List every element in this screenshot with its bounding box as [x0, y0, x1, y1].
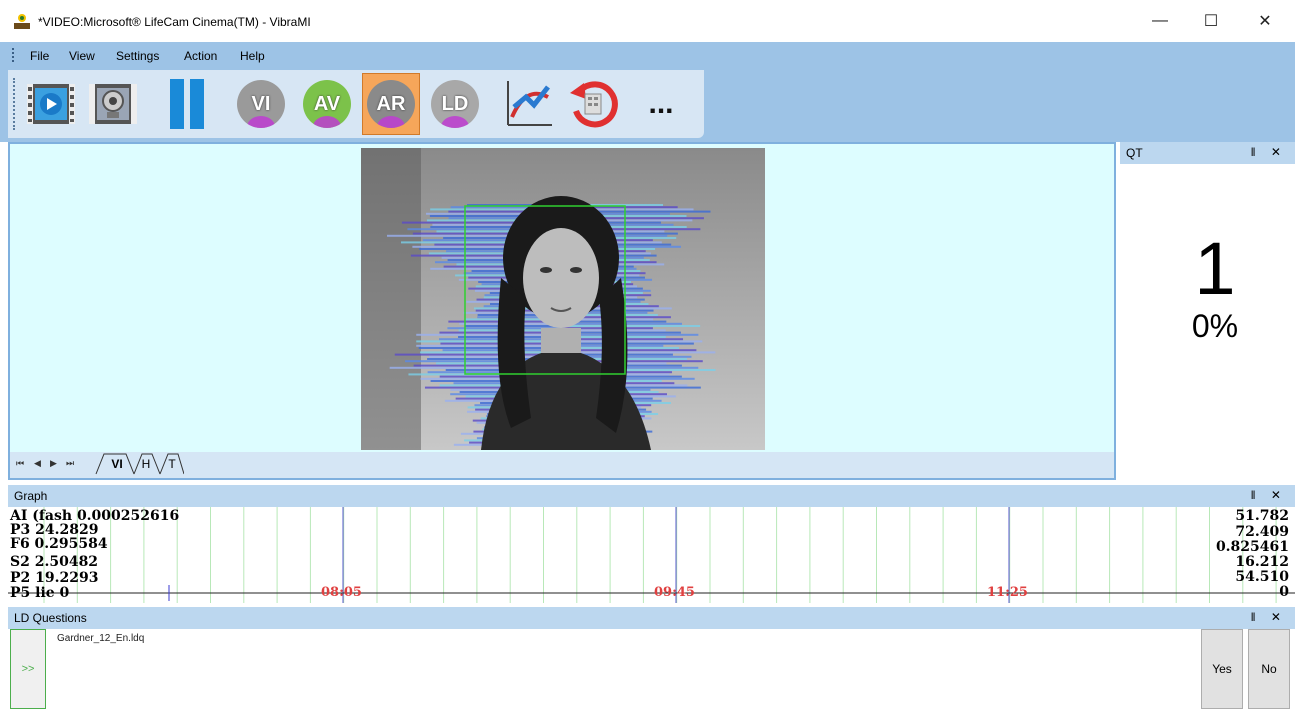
pause-icon: [170, 79, 204, 129]
aura-streak: [420, 351, 561, 354]
menu-bar: File View Settings Action Help: [0, 42, 1295, 70]
qt-value: 1: [1194, 227, 1236, 310]
vi-icon: VI: [237, 80, 285, 128]
menu-action[interactable]: Action: [184, 49, 217, 63]
graph-time-3: 11:25: [987, 585, 1028, 600]
graph-pin-close-icons[interactable]: ‖ ✕: [1251, 488, 1287, 502]
nav-last-icon[interactable]: ⏭: [66, 458, 74, 469]
minimize-button[interactable]: —: [1137, 0, 1183, 42]
chart-button[interactable]: [500, 73, 558, 135]
aura-streak: [561, 325, 701, 327]
graph-left-label-5: P2 19.2293: [10, 570, 99, 586]
close-button[interactable]: ✕: [1242, 0, 1288, 42]
play-video-icon: [27, 84, 75, 124]
graph-left-label-2: P3 24.2829: [10, 522, 99, 538]
graph-right-label-5: 54.510: [1235, 569, 1289, 585]
ld-file-name: Gardner_12_En.ldq: [57, 633, 145, 644]
maximize-button[interactable]: ☐: [1188, 0, 1234, 42]
toolbar-grip: [13, 78, 15, 130]
qt-title: QT: [1126, 146, 1143, 160]
toolbar: VI AV AR LD ...: [8, 70, 704, 138]
graph-left-label-3: F6 0.295584: [10, 536, 108, 552]
yes-button[interactable]: Yes: [1201, 629, 1243, 709]
more-label: ...: [648, 87, 674, 120]
ld-header: LD Questions ‖ ✕: [8, 607, 1295, 629]
graph-right-label-6: 0: [1279, 584, 1289, 600]
aura-streak: [561, 340, 703, 343]
vi-button[interactable]: VI: [232, 73, 290, 135]
play-video-button[interactable]: [22, 73, 80, 135]
nav-prev-icon[interactable]: ◀: [34, 458, 41, 469]
ld-icon: LD: [431, 80, 479, 128]
more-button[interactable]: ...: [632, 73, 690, 135]
no-button[interactable]: No: [1248, 629, 1290, 709]
video-tab-strip: ⏮ ◀ ▶ ⏭ VI H T: [10, 452, 1114, 478]
menu-file[interactable]: File: [30, 49, 49, 63]
aura-streak: [561, 349, 697, 352]
menu-settings[interactable]: Settings: [116, 49, 159, 63]
aura-streak: [416, 340, 561, 343]
aura-streak: [418, 347, 561, 349]
camera-frame: [361, 148, 765, 450]
qt-percent: 0%: [1191, 308, 1239, 344]
qt-header: QT ‖ ✕: [1120, 142, 1295, 164]
graph-time-2: 09:45: [654, 585, 695, 600]
aura-streak: [561, 351, 716, 354]
ld-area: [8, 629, 1295, 709]
menu-help[interactable]: Help: [240, 49, 265, 63]
ar-icon: AR: [367, 80, 415, 128]
aura-streak: [561, 333, 699, 336]
ld-pin-close-icons[interactable]: ‖ ✕: [1251, 610, 1287, 624]
graph-grid: [8, 507, 1295, 603]
tab-t[interactable]: T: [164, 454, 180, 474]
qt-pin-close-icons[interactable]: ‖ ✕: [1251, 145, 1287, 159]
camera-image: [361, 148, 765, 450]
graph-right-label-2: 72.409: [1235, 524, 1289, 540]
tab-vi[interactable]: VI: [104, 454, 130, 474]
av-icon: AV: [303, 80, 351, 128]
webcam-button[interactable]: [84, 73, 142, 135]
ar-button[interactable]: AR: [362, 73, 420, 135]
chart-icon: [507, 81, 552, 126]
graph-right-label-1: 51.782: [1235, 508, 1289, 524]
graph-title: Graph: [14, 489, 48, 503]
title-bar: *VIDEO:Microsoft® LifeCam Cinema(TM) - V…: [0, 0, 1295, 42]
menu-view[interactable]: View: [69, 49, 95, 63]
graph-left-label-1: AI (fash 0.000252616: [10, 508, 180, 524]
tab-h[interactable]: H: [138, 454, 154, 474]
webcam-icon: [89, 84, 137, 124]
graph-right-label-3: 0.825461: [1215, 539, 1289, 555]
app-icon: [14, 14, 30, 29]
window-title: *VIDEO:Microsoft® LifeCam Cinema(TM) - V…: [38, 15, 311, 29]
ld-title: LD Questions: [14, 611, 87, 625]
pause-button[interactable]: [158, 73, 216, 135]
nav-first-icon[interactable]: ⏮: [16, 458, 24, 469]
graph-right-label-4: 16.212: [1235, 554, 1289, 570]
av-button[interactable]: AV: [298, 73, 356, 135]
graph-left-label-4: S2 2.50482: [10, 554, 99, 570]
aura-streak: [416, 344, 561, 347]
menu-grip: [12, 48, 16, 62]
graph-time-1: 08:05: [321, 585, 362, 600]
graph-left-label-6: P5 lie 0: [10, 585, 70, 601]
nav-next-icon[interactable]: ▶: [50, 458, 57, 469]
toolbar-row: VI AV AR LD ...: [0, 70, 1295, 142]
aura-streak: [416, 333, 561, 336]
ld-next-button[interactable]: >>: [10, 629, 46, 709]
reset-button[interactable]: [564, 73, 622, 135]
graph-header: Graph ‖ ✕: [8, 485, 1295, 507]
reset-icon: [570, 81, 618, 128]
ld-button[interactable]: LD: [426, 73, 484, 135]
graph-area: AI (fash 0.000252616 P3 24.2829 F6 0.295…: [8, 507, 1295, 603]
